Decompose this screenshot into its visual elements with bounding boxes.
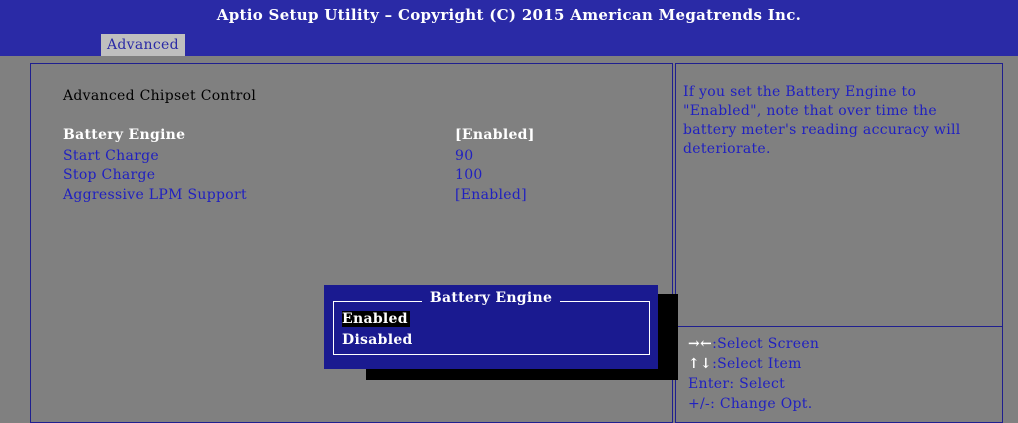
key-row-select-screen: →←:Select Screen xyxy=(688,334,819,354)
popup-title: Battery Engine xyxy=(324,290,658,306)
key-row-select-item: ↑↓:Select Item xyxy=(688,354,819,374)
start-charge-value[interactable]: 90 xyxy=(455,148,473,164)
popup-title-text: Battery Engine xyxy=(421,290,561,306)
help-divider xyxy=(675,326,1003,327)
battery-engine-value[interactable]: [Enabled] xyxy=(455,127,535,143)
battery-engine-popup: Battery Engine Enabled Disabled xyxy=(324,285,658,369)
title-bar: Aptio Setup Utility – Copyright (C) 2015… xyxy=(0,0,1018,56)
aggressive-lpm-value[interactable]: [Enabled] xyxy=(455,187,527,203)
tab-advanced[interactable]: Advanced xyxy=(101,34,185,56)
key-desc: Enter: Select xyxy=(688,376,786,392)
arrows-up-down-icon: ↑↓ xyxy=(688,356,713,372)
arrows-left-right-icon: →← xyxy=(688,336,713,352)
key-desc: +/-: Change Opt. xyxy=(688,396,813,412)
aggressive-lpm-label[interactable]: Aggressive LPM Support xyxy=(63,187,247,203)
option-enabled[interactable]: Enabled xyxy=(342,311,410,327)
section-title: Advanced Chipset Control xyxy=(63,88,257,104)
stop-charge-label[interactable]: Stop Charge xyxy=(63,167,155,183)
key-row-change: +/-: Change Opt. xyxy=(688,394,819,414)
option-disabled[interactable]: Disabled xyxy=(342,332,413,348)
app-title: Aptio Setup Utility – Copyright (C) 2015… xyxy=(216,6,802,24)
key-desc: :Select Item xyxy=(712,356,802,372)
start-charge-label[interactable]: Start Charge xyxy=(63,148,159,164)
key-row-enter: Enter: Select xyxy=(688,374,819,394)
battery-engine-label[interactable]: Battery Engine xyxy=(63,127,185,143)
help-text: If you set the Battery Engine to "Enable… xyxy=(683,84,961,157)
key-legend: →←:Select Screen ↑↓:Select Item Enter: S… xyxy=(688,334,819,414)
stop-charge-value[interactable]: 100 xyxy=(455,167,483,183)
key-desc: :Select Screen xyxy=(712,336,820,352)
